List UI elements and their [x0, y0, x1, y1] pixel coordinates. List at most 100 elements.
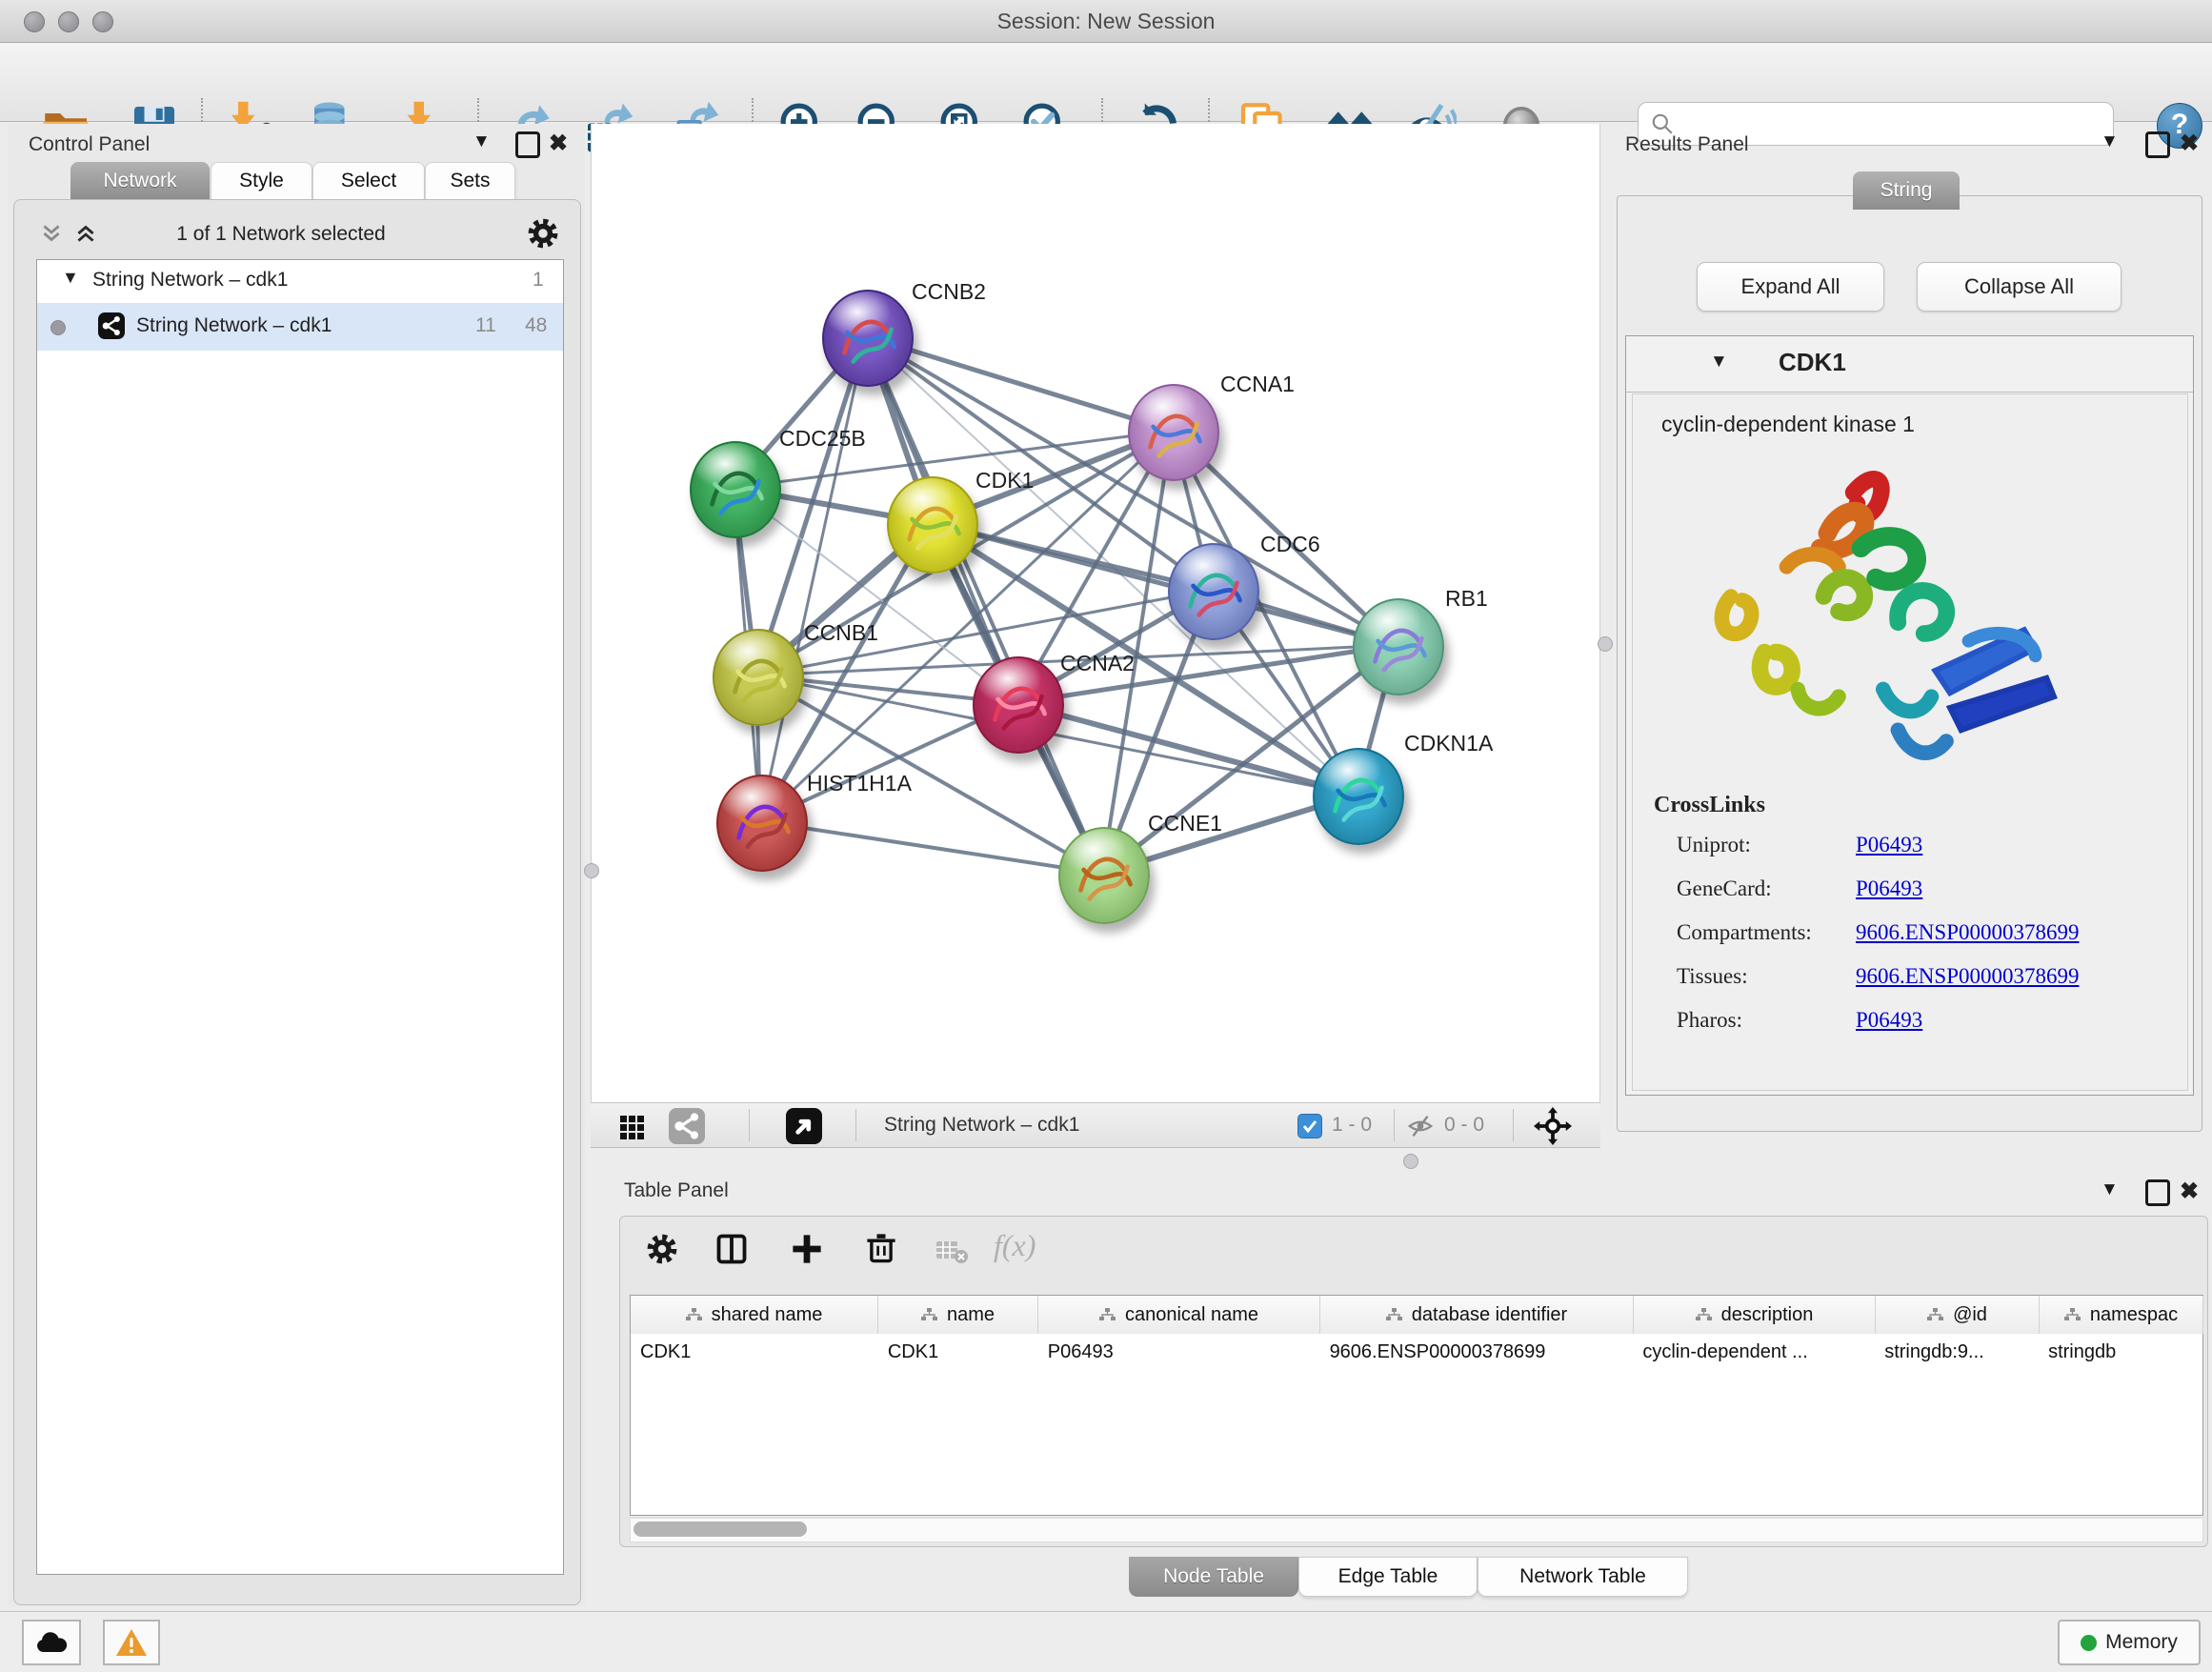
column-header-label: shared name: [712, 1304, 823, 1326]
delete-column-trash-icon[interactable]: [864, 1231, 898, 1270]
network-node-CCNB2[interactable]: [822, 290, 914, 387]
crosslink-value-link[interactable]: P06493: [1856, 1008, 1922, 1033]
crosslink-row: Uniprot:P06493: [1633, 825, 2187, 869]
tab-sets[interactable]: Sets: [425, 162, 515, 200]
column-header-description[interactable]: description: [1634, 1296, 1876, 1334]
network-tree-row-selected[interactable]: String Network – cdk1 11 48: [37, 303, 563, 351]
table-cell[interactable]: stringdb:9...: [1875, 1334, 2039, 1376]
column-header-canonical-name[interactable]: canonical name: [1038, 1296, 1320, 1334]
table-cell[interactable]: CDK1: [878, 1334, 1038, 1376]
control-panel-menu-icon[interactable]: ▼: [473, 131, 491, 152]
network-node-CCNA2[interactable]: [973, 656, 1064, 754]
tab-string[interactable]: String: [1853, 171, 1960, 210]
birdseye-view-icon[interactable]: [786, 1108, 822, 1144]
control-panel-close-icon[interactable]: ✖: [549, 130, 568, 157]
edge-CDK1-RB1[interactable]: [931, 523, 1397, 645]
network-options-gear-icon[interactable]: [527, 217, 559, 254]
tab-node-table[interactable]: Node Table: [1129, 1557, 1298, 1597]
collapse-all-chevron-icon[interactable]: [39, 221, 64, 251]
network-node-CCNA1[interactable]: [1128, 384, 1219, 481]
crosslink-value-link[interactable]: 9606.ENSP00000378699: [1856, 920, 2080, 945]
separator: [749, 1109, 750, 1141]
collapse-all-button[interactable]: Collapse All: [1917, 262, 2122, 312]
network-tree: ▼ String Network – cdk1 1 String Network…: [36, 259, 564, 1575]
table-panel-menu-icon[interactable]: ▼: [2101, 1179, 2119, 1200]
tree-collapse-icon[interactable]: ▼: [62, 268, 79, 288]
network-node-CDC6[interactable]: [1168, 543, 1259, 640]
left-splitter-handle[interactable]: [584, 863, 599, 878]
network-node-CDK1[interactable]: [887, 476, 978, 574]
column-header-name[interactable]: name: [878, 1296, 1038, 1334]
crosslink-value-link[interactable]: P06493: [1856, 876, 1922, 901]
control-panel-float-icon[interactable]: [515, 131, 540, 158]
warning-button[interactable]: [103, 1620, 160, 1665]
show-columns-icon[interactable]: [714, 1232, 749, 1271]
node-label-CCNB1: CCNB1: [804, 620, 878, 646]
node-label-CCNA2: CCNA2: [1060, 651, 1135, 676]
tab-style[interactable]: Style: [211, 162, 312, 200]
table-cell[interactable]: stringdb: [2039, 1334, 2202, 1376]
grid-view-icon[interactable]: [617, 1111, 648, 1146]
column-header-namespac[interactable]: namespac: [2040, 1296, 2203, 1334]
protein-structure-image: [1690, 452, 2061, 814]
network-tree-root-row[interactable]: ▼ String Network – cdk1 1: [37, 260, 563, 303]
column-header--id[interactable]: @id: [1876, 1296, 2040, 1334]
tab-select[interactable]: Select: [312, 162, 425, 200]
tab-edge-table[interactable]: Edge Table: [1298, 1557, 1478, 1597]
function-builder-icon: f(x): [994, 1228, 1036, 1263]
crosslink-label: Tissues:: [1677, 964, 1748, 989]
results-panel-menu-icon[interactable]: ▼: [2101, 131, 2119, 152]
tab-network[interactable]: Network: [70, 162, 210, 200]
bottom-splitter-handle[interactable]: [1403, 1154, 1418, 1169]
table-cell[interactable]: P06493: [1038, 1334, 1320, 1376]
table-cell[interactable]: cyclin-dependent ...: [1633, 1334, 1875, 1376]
memory-button[interactable]: Memory: [2058, 1620, 2201, 1665]
horizontal-scrollbar[interactable]: [630, 1518, 2203, 1542]
protein-thumbnail-icon: [718, 776, 806, 870]
section-collapse-icon[interactable]: ▼: [1710, 352, 1728, 373]
network-node-CDC25B[interactable]: [690, 441, 781, 538]
table-cell[interactable]: 9606.ENSP00000378699: [1320, 1334, 1634, 1376]
crosslink-value-link[interactable]: 9606.ENSP00000378699: [1856, 964, 2080, 989]
table-panel-close-icon[interactable]: ✖: [2180, 1178, 2199, 1205]
table-row[interactable]: CDK1CDK1P064939606.ENSP00000378699cyclin…: [631, 1334, 2202, 1376]
network-canvas[interactable]: CCNB2CCNA1CDC25BCDK1CDC6RB1CCNB1CCNA2CDK…: [591, 124, 1600, 1102]
network-node-RB1[interactable]: [1353, 598, 1444, 695]
column-header-database-identifier[interactable]: database identifier: [1320, 1296, 1634, 1334]
protein-section: ▼ CDK1 cyclin-dependent kinase 1: [1625, 335, 2194, 1096]
network-node-CCNE1[interactable]: [1058, 827, 1150, 924]
edge-HIST1H1A-CCNE1[interactable]: [760, 821, 1102, 874]
expand-all-chevron-icon[interactable]: [73, 221, 98, 251]
network-view-share-icon[interactable]: [669, 1108, 705, 1144]
table-panel-float-icon[interactable]: [2145, 1179, 2170, 1206]
fit-content-crosshair-icon[interactable]: [1534, 1107, 1572, 1150]
protein-section-header[interactable]: ▼ CDK1: [1626, 336, 2193, 393]
cloud-button[interactable]: [22, 1620, 81, 1665]
crosslink-row: Compartments:9606.ENSP00000378699: [1633, 913, 2187, 957]
expand-all-button[interactable]: Expand All: [1697, 262, 1884, 312]
control-panel: Control Panel ▼ ✖ Network Style Select S…: [8, 124, 585, 1606]
table-panel: Table Panel ▼ ✖ f(x) shared namenamecano…: [613, 1174, 2212, 1555]
tab-network-table[interactable]: Network Table: [1478, 1557, 1688, 1597]
table-settings-gear-icon[interactable]: [646, 1233, 678, 1270]
edge-CCNB2-HIST1H1A[interactable]: [760, 336, 866, 821]
scrollbar-thumb[interactable]: [633, 1521, 807, 1537]
network-node-CDKN1A[interactable]: [1313, 748, 1404, 845]
right-splitter-handle[interactable]: [1598, 636, 1613, 652]
crosslink-value-link[interactable]: P06493: [1856, 833, 1922, 857]
network-node-CCNB1[interactable]: [713, 629, 804, 726]
protein-thumbnail-icon: [1315, 750, 1402, 843]
node-label-CDC25B: CDC25B: [779, 426, 866, 452]
crosslinks-list: Uniprot:P06493GeneCard:P06493Compartment…: [1633, 825, 2187, 1044]
protein-thumbnail-icon: [824, 292, 912, 385]
results-panel-float-icon[interactable]: [2145, 131, 2170, 158]
network-edge-count: 48: [525, 314, 547, 337]
network-node-HIST1H1A[interactable]: [716, 775, 808, 872]
table-cell[interactable]: CDK1: [631, 1334, 878, 1376]
crosslinks-title: CrossLinks: [1654, 793, 1765, 818]
results-panel-close-icon[interactable]: ✖: [2180, 130, 2199, 157]
network-status-dot-icon: [50, 320, 66, 335]
add-column-icon[interactable]: [790, 1232, 824, 1271]
column-header-shared-name[interactable]: shared name: [631, 1296, 878, 1334]
selected-checkbox-icon[interactable]: [1297, 1114, 1322, 1138]
